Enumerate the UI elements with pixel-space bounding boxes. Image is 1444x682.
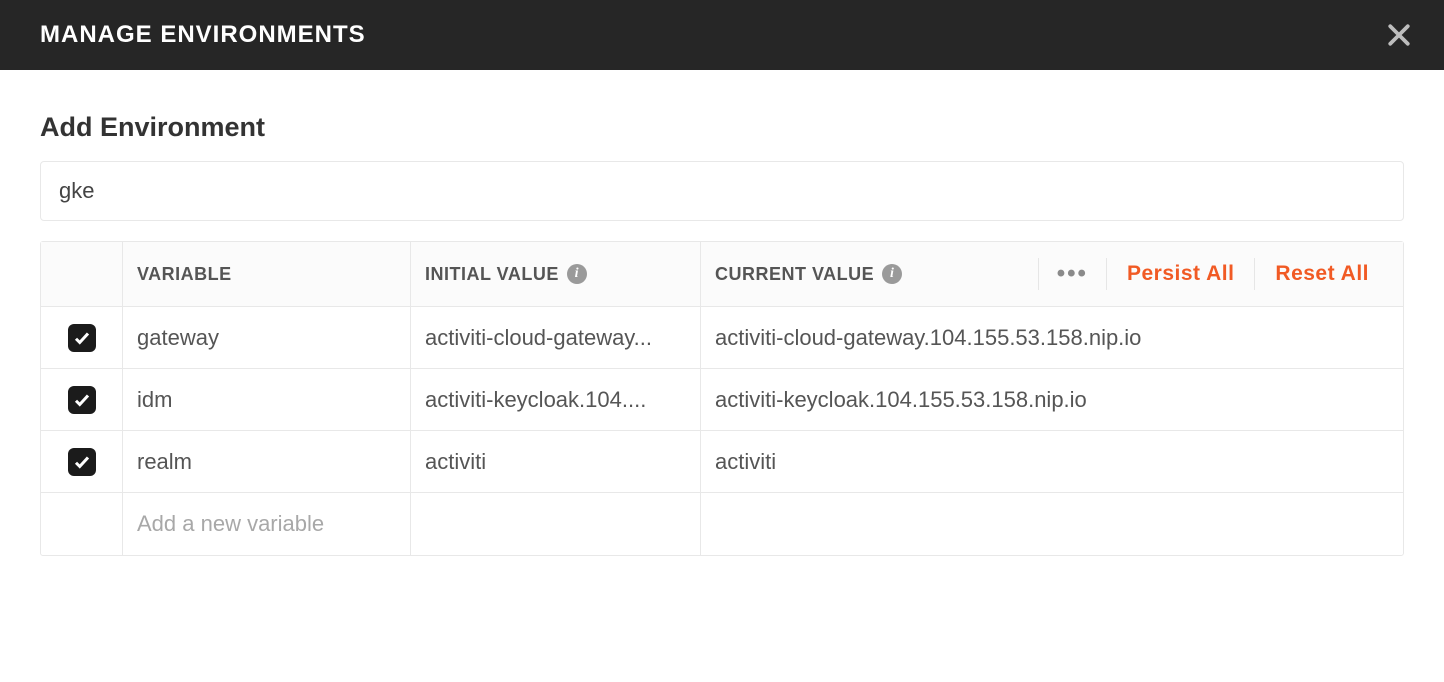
variable-name-text: idm bbox=[137, 387, 396, 413]
row-checkbox-cell bbox=[41, 431, 123, 492]
persist-all-button[interactable]: Persist All bbox=[1107, 262, 1254, 286]
initial-value-cell[interactable]: activiti bbox=[411, 431, 701, 492]
header-actions: ••• Persist All Reset All bbox=[1038, 258, 1389, 290]
current-value-cell[interactable]: activiti bbox=[701, 431, 1403, 492]
manage-environments-modal: MANAGE ENVIRONMENTS Add Environment VARI… bbox=[0, 0, 1444, 682]
header-initial: INITIAL VALUE i bbox=[411, 242, 701, 306]
modal-content: Add Environment VARIABLE INITIAL VALUE i… bbox=[0, 70, 1444, 586]
header-current-label: CURRENT VALUE bbox=[715, 264, 874, 285]
info-icon[interactable]: i bbox=[567, 264, 587, 284]
initial-value-text: activiti-cloud-gateway... bbox=[425, 325, 686, 351]
new-variable-name-cell[interactable]: Add a new variable bbox=[123, 493, 411, 555]
initial-value-cell[interactable]: activiti-cloud-gateway... bbox=[411, 307, 701, 368]
more-actions-button[interactable]: ••• bbox=[1039, 262, 1106, 286]
variable-name-cell[interactable]: idm bbox=[123, 369, 411, 430]
table-row: gateway activiti-cloud-gateway... activi… bbox=[41, 307, 1403, 369]
row-checkbox-cell bbox=[41, 493, 123, 555]
variable-name-text: gateway bbox=[137, 325, 396, 351]
new-initial-value-cell[interactable] bbox=[411, 493, 701, 555]
header-variable-label: VARIABLE bbox=[137, 264, 232, 285]
initial-value-text: activiti bbox=[425, 449, 686, 475]
variables-table: VARIABLE INITIAL VALUE i CURRENT VALUE i… bbox=[40, 241, 1404, 556]
modal-title-bar: MANAGE ENVIRONMENTS bbox=[0, 0, 1444, 70]
variable-enabled-checkbox[interactable] bbox=[68, 324, 96, 352]
row-checkbox-cell bbox=[41, 369, 123, 430]
current-value-text: activiti-keycloak.104.155.53.158.nip.io bbox=[715, 387, 1389, 413]
variable-name-cell[interactable]: gateway bbox=[123, 307, 411, 368]
new-current-value-cell[interactable] bbox=[701, 493, 1403, 555]
info-icon[interactable]: i bbox=[882, 264, 902, 284]
modal-title: MANAGE ENVIRONMENTS bbox=[40, 21, 366, 49]
table-row: idm activiti-keycloak.104.... activiti-k… bbox=[41, 369, 1403, 431]
section-heading: Add Environment bbox=[40, 112, 1404, 143]
variable-enabled-checkbox[interactable] bbox=[68, 386, 96, 414]
table-header-row: VARIABLE INITIAL VALUE i CURRENT VALUE i… bbox=[41, 242, 1403, 307]
header-checkbox-cell bbox=[41, 242, 123, 306]
ellipsis-icon: ••• bbox=[1057, 260, 1088, 287]
variable-enabled-checkbox[interactable] bbox=[68, 448, 96, 476]
current-value-text: activiti bbox=[715, 449, 1389, 475]
close-icon bbox=[1384, 20, 1414, 50]
new-variable-placeholder: Add a new variable bbox=[137, 511, 396, 537]
current-value-text: activiti-cloud-gateway.104.155.53.158.ni… bbox=[715, 325, 1389, 351]
initial-value-cell[interactable]: activiti-keycloak.104.... bbox=[411, 369, 701, 430]
header-current: CURRENT VALUE i ••• Persist All Reset Al… bbox=[701, 242, 1403, 306]
add-variable-row: Add a new variable bbox=[41, 493, 1403, 555]
check-icon bbox=[73, 391, 91, 409]
header-initial-label: INITIAL VALUE bbox=[425, 264, 559, 285]
initial-value-text: activiti-keycloak.104.... bbox=[425, 387, 686, 413]
check-icon bbox=[73, 453, 91, 471]
row-checkbox-cell bbox=[41, 307, 123, 368]
variable-name-text: realm bbox=[137, 449, 396, 475]
close-button[interactable] bbox=[1384, 20, 1414, 50]
environment-name-input[interactable] bbox=[40, 161, 1404, 221]
check-icon bbox=[73, 329, 91, 347]
header-variable: VARIABLE bbox=[123, 242, 411, 306]
current-value-cell[interactable]: activiti-cloud-gateway.104.155.53.158.ni… bbox=[701, 307, 1403, 368]
table-row: realm activiti activiti bbox=[41, 431, 1403, 493]
current-value-cell[interactable]: activiti-keycloak.104.155.53.158.nip.io bbox=[701, 369, 1403, 430]
reset-all-button[interactable]: Reset All bbox=[1255, 262, 1389, 286]
variable-name-cell[interactable]: realm bbox=[123, 431, 411, 492]
